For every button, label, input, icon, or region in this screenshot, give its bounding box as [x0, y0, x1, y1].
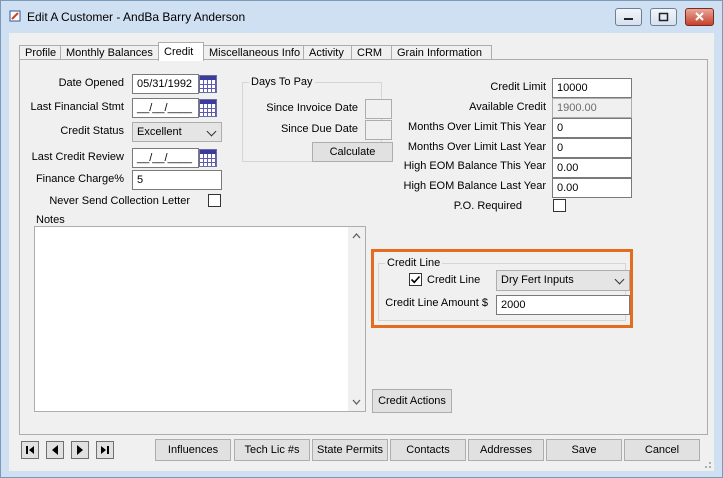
contacts-button[interactable]: Contacts [390, 439, 466, 461]
close-icon [695, 12, 704, 21]
days-to-pay-group: Days To Pay Since Invoice Date Since Due… [242, 76, 393, 162]
minimize-button[interactable] [615, 8, 642, 26]
months-over-limit-last-year-label: Months Over Limit Last Year [407, 141, 546, 153]
calendar-icon[interactable] [199, 149, 217, 167]
credit-limit-label: Credit Limit [490, 81, 546, 93]
credit-line-group-label: Credit Line [385, 257, 443, 269]
maximize-icon [658, 12, 669, 22]
credit-line-amount-field[interactable]: 2000 [496, 295, 630, 315]
high-eom-balance-this-year-label: High EOM Balance This Year [403, 160, 546, 172]
chevron-down-icon [206, 126, 217, 137]
tab-profile[interactable]: Profile [19, 45, 61, 60]
title-bar: Edit A Customer - AndBa Barry Anderson [1, 1, 722, 33]
credit-line-select-value: Dry Fert Inputs [501, 274, 574, 286]
close-button[interactable] [685, 8, 714, 26]
state-permits-button[interactable]: State Permits [312, 439, 388, 461]
chevron-up-icon[interactable] [348, 229, 365, 243]
last-credit-review-field[interactable]: __/__/____ [132, 148, 199, 168]
notes-textarea[interactable] [34, 226, 366, 412]
last-record-button[interactable] [96, 441, 114, 459]
credit-status-value: Excellent [137, 126, 182, 138]
next-record-button[interactable] [71, 441, 89, 459]
dialog-client-area: Profile Monthly Balances Credit Miscella… [9, 33, 714, 471]
never-send-collection-letter-label: Never Send Collection Letter [49, 195, 190, 207]
window-title: Edit A Customer - AndBa Barry Anderson [27, 10, 246, 24]
tab-monthly-balances[interactable]: Monthly Balances [60, 45, 159, 60]
po-required-label: P.O. Required [453, 200, 522, 212]
previous-record-button[interactable] [46, 441, 64, 459]
tab-miscellaneous-info[interactable]: Miscellaneous Info [203, 45, 304, 60]
first-record-icon [26, 446, 34, 454]
available-credit-field: 1900.00 [552, 98, 632, 118]
since-invoice-date-field [365, 99, 392, 119]
high-eom-balance-last-year-field[interactable]: 0.00 [552, 178, 632, 198]
last-financial-stmt-field[interactable]: __/__/____ [132, 98, 199, 118]
minimize-icon [624, 18, 633, 20]
notes-label: Notes [36, 214, 65, 226]
finance-charge-label: Finance Charge% [35, 173, 124, 185]
previous-record-icon [52, 445, 58, 455]
credit-line-amount-label: Credit Line Amount $ [385, 297, 488, 309]
tab-activity[interactable]: Activity [303, 45, 352, 60]
finance-charge-field[interactable]: 5 [132, 170, 222, 190]
chevron-down-icon[interactable] [348, 395, 365, 409]
addresses-button[interactable]: Addresses [468, 439, 544, 461]
high-eom-balance-this-year-field[interactable]: 0.00 [552, 158, 632, 178]
tab-grain-information[interactable]: Grain Information [391, 45, 492, 60]
calendar-icon[interactable] [199, 99, 217, 117]
credit-line-group: Credit Line Credit Line Dry Fert Inputs … [378, 257, 630, 321]
date-opened-label: Date Opened [58, 77, 124, 89]
months-over-limit-last-year-field[interactable]: 0 [552, 138, 632, 158]
months-over-limit-this-year-label: Months Over Limit This Year [408, 121, 546, 133]
size-grip-icon[interactable] [702, 459, 712, 469]
credit-actions-button[interactable]: Credit Actions [372, 389, 452, 413]
notes-scrollbar[interactable] [348, 227, 365, 411]
credit-status-label: Credit Status [60, 125, 124, 137]
last-financial-stmt-label: Last Financial Stmt [30, 101, 124, 113]
tab-crm[interactable]: CRM [351, 45, 392, 60]
app-edit-icon [9, 10, 21, 22]
since-invoice-date-label: Since Invoice Date [266, 102, 358, 114]
cancel-button[interactable]: Cancel [624, 439, 700, 461]
tech-lic-button[interactable]: Tech Lic #s [234, 439, 310, 461]
checkmark-icon [410, 275, 421, 284]
since-due-date-label: Since Due Date [280, 123, 358, 135]
tab-credit[interactable]: Credit [158, 42, 204, 61]
since-due-date-field [365, 120, 392, 140]
available-credit-label: Available Credit [469, 101, 546, 113]
credit-line-checkbox-label: Credit Line [427, 274, 481, 286]
months-over-limit-this-year-field[interactable]: 0 [552, 118, 632, 138]
date-opened-field[interactable]: 05/31/1992 [132, 74, 199, 94]
credit-tab-panel: Date Opened 05/31/1992 Last Financial St… [19, 59, 708, 435]
credit-limit-field[interactable]: 10000 [552, 78, 632, 98]
credit-line-checkbox[interactable] [409, 273, 422, 286]
never-send-collection-letter-checkbox[interactable] [208, 194, 221, 207]
po-required-checkbox[interactable] [553, 199, 566, 212]
high-eom-balance-last-year-label: High EOM Balance Last Year [403, 180, 546, 192]
maximize-button[interactable] [650, 8, 677, 26]
chevron-down-icon [614, 274, 625, 285]
last-record-icon [101, 446, 109, 454]
last-credit-review-label: Last Credit Review [31, 151, 124, 163]
edit-customer-window: Edit A Customer - AndBa Barry Anderson P… [0, 0, 723, 478]
influences-button[interactable]: Influences [155, 439, 231, 461]
save-button[interactable]: Save [546, 439, 622, 461]
next-record-icon [77, 445, 83, 455]
calculate-button[interactable]: Calculate [312, 142, 393, 162]
first-record-button[interactable] [21, 441, 39, 459]
calendar-icon[interactable] [199, 75, 217, 93]
days-to-pay-title: Days To Pay [249, 76, 315, 88]
credit-status-select[interactable]: Excellent [132, 122, 222, 142]
credit-line-select[interactable]: Dry Fert Inputs [496, 270, 630, 291]
